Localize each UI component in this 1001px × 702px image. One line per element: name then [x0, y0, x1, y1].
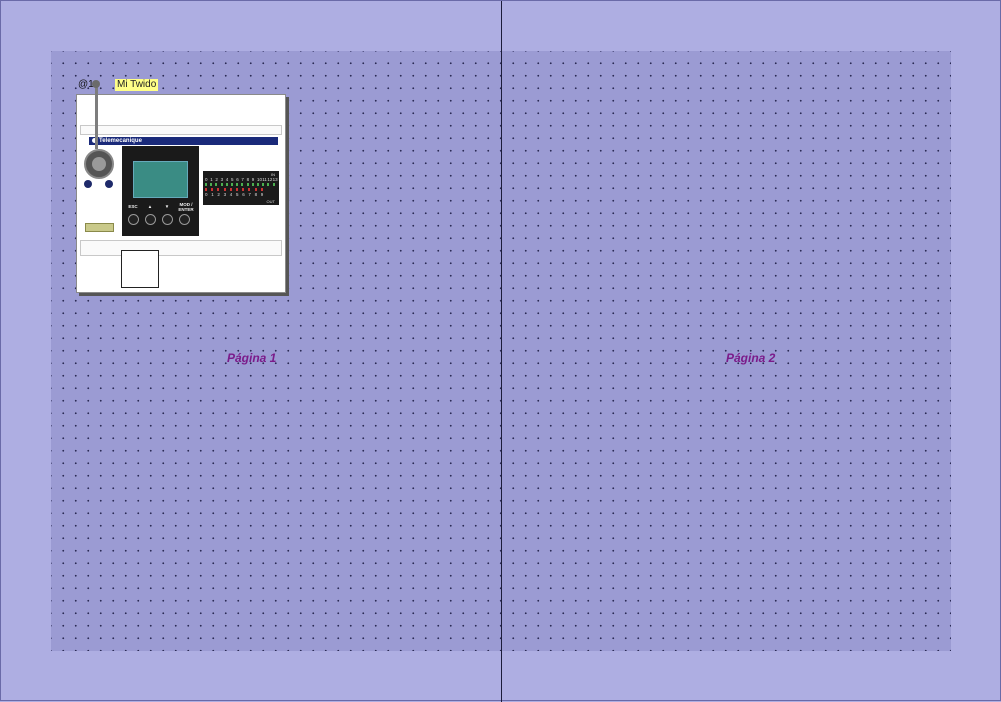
io-output-led-icon	[211, 188, 214, 191]
twido-controller[interactable]: Telemecanique ESC ▲ ▼ MOD / ENTER IN OUT…	[76, 94, 286, 293]
io-input-led-icon	[251, 183, 254, 186]
din-rail-bottom	[80, 240, 282, 256]
io-input-number: 11	[262, 177, 267, 182]
io-output-led-icon	[260, 188, 263, 191]
din-rail-top	[80, 125, 282, 135]
key-label-esc: ESC	[128, 204, 138, 209]
lcd-screen	[133, 161, 188, 198]
expansion-slot	[121, 250, 159, 288]
key-label-down: ▼	[164, 204, 170, 209]
network-connector-line	[95, 84, 98, 149]
io-input-led-icon	[257, 183, 259, 186]
io-input-led-icon	[220, 183, 223, 186]
io-input-number: 13	[272, 177, 278, 182]
key-label-mod-enter: MOD / ENTER	[178, 202, 194, 212]
io-output-led-icon	[236, 188, 238, 191]
io-input-number: 8	[246, 177, 250, 182]
io-input-number: 7	[241, 177, 244, 182]
brand-bar: Telemecanique	[89, 137, 278, 145]
io-output-led-icon	[254, 188, 257, 191]
io-input-number: 1	[210, 177, 213, 182]
diagram-canvas[interactable]: Página 1 Página 2 @1 Mi Twido Telemecani…	[0, 0, 1001, 702]
page-label-1: Página 1	[227, 351, 277, 365]
serial-port-pins-icon	[92, 157, 106, 171]
device-name-tag[interactable]: Mi Twido	[115, 79, 159, 91]
page-label-2: Página 2	[726, 351, 776, 365]
io-input-number: 3	[220, 177, 224, 182]
io-output-led-icon	[217, 188, 220, 191]
down-key-button	[162, 214, 173, 225]
io-input-number: 2	[215, 177, 218, 182]
network-connector-dot-icon[interactable]	[92, 80, 100, 88]
io-input-number: 0	[205, 177, 208, 182]
esc-key-button	[128, 214, 139, 225]
io-output-led-icon	[205, 188, 207, 191]
io-input-led-icon	[231, 183, 233, 186]
io-output-number: 6	[242, 192, 245, 197]
io-input-led-icon	[241, 183, 244, 186]
io-input-led-icon	[215, 183, 218, 186]
io-input-led-icon	[210, 183, 213, 186]
io-status-panel: IN OUT 0 1 2 3 4 5 6 7 8 9 10 11 12 13 0123456789	[203, 171, 279, 205]
io-input-led-icon	[205, 183, 207, 186]
io-input-led-icon	[262, 183, 265, 186]
io-output-number: 5	[236, 192, 239, 197]
io-output-number: 2	[217, 192, 220, 197]
io-output-number: 8	[254, 192, 258, 197]
io-output-number: 1	[211, 192, 214, 197]
brand-name: Telemecanique	[99, 138, 142, 144]
io-output-number: 7	[248, 192, 251, 197]
io-input-led-icon	[225, 183, 228, 186]
io-output-led-icon	[248, 188, 251, 191]
terminal-strip-icon	[85, 223, 114, 232]
io-input-led-icon	[246, 183, 249, 186]
potentiometer-1-icon	[84, 180, 92, 188]
potentiometer-2-icon	[105, 180, 113, 188]
io-input-number: 9	[251, 177, 255, 182]
io-input-led-icon	[267, 183, 270, 186]
serial-port-icon	[84, 149, 114, 179]
io-output-led-icon	[223, 188, 226, 191]
enter-key-button	[179, 214, 190, 225]
io-output-number: 4	[229, 192, 233, 197]
io-output-number: 9	[260, 192, 264, 197]
io-input-number: 5	[231, 177, 234, 182]
io-out-label: OUT	[266, 199, 275, 204]
io-output-led-icon	[242, 188, 245, 191]
io-input-led-icon	[272, 183, 275, 186]
io-input-led-icon	[236, 183, 239, 186]
display-panel: ESC ▲ ▼ MOD / ENTER	[122, 146, 199, 236]
up-key-button	[145, 214, 156, 225]
io-output-led-icon	[229, 188, 232, 191]
io-output-number: 0	[205, 192, 208, 197]
page-divider	[501, 1, 502, 702]
key-label-up: ▲	[147, 204, 153, 209]
io-input-number: 4	[225, 177, 229, 182]
io-output-number: 3	[223, 192, 227, 197]
io-input-number: 6	[236, 177, 239, 182]
